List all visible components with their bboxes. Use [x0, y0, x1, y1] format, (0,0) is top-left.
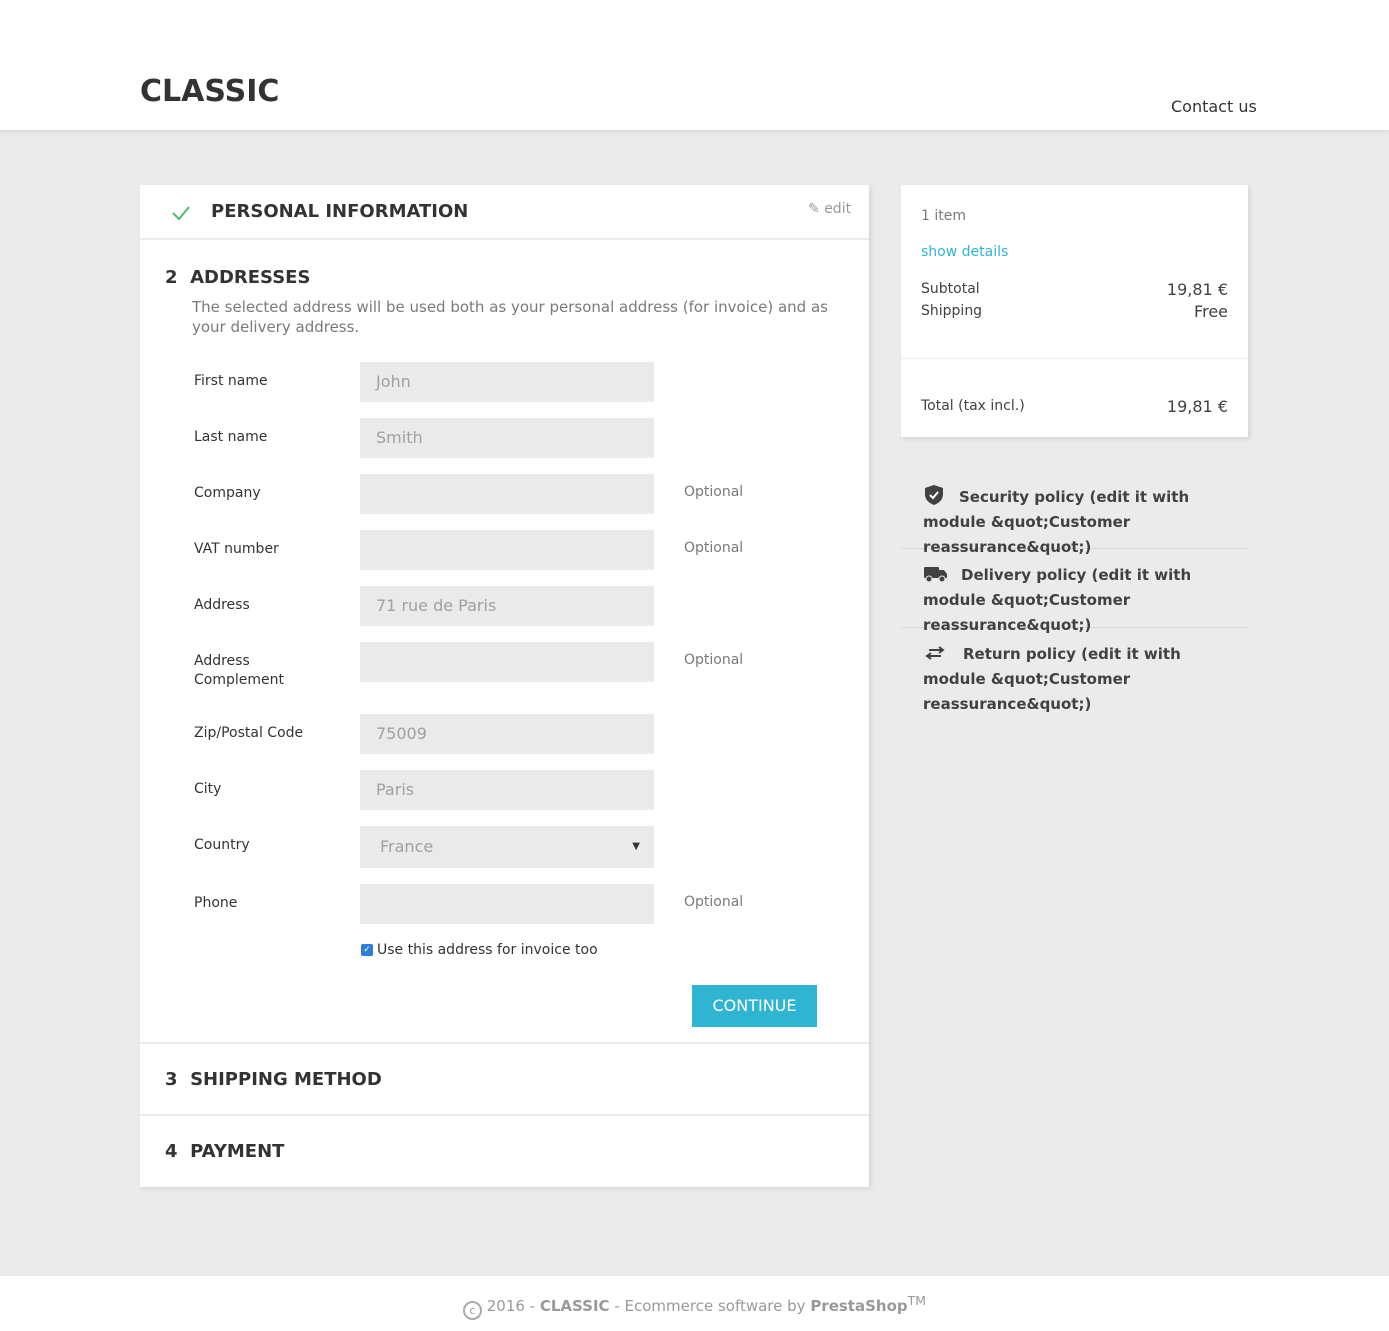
phone-input[interactable] — [360, 884, 654, 924]
divider — [140, 1042, 869, 1044]
optional-hint: Optional — [684, 484, 744, 500]
footer-brand: CLASSIC — [539, 1297, 610, 1315]
exchange-arrows-icon — [925, 646, 945, 660]
last-name-value: Smith — [376, 428, 423, 447]
show-details-link[interactable]: show details — [921, 244, 1008, 260]
reassurance-delivery: Delivery policy (edit it with module &qu… — [901, 549, 1249, 634]
invoice-checkbox[interactable]: ✓ — [361, 944, 373, 956]
optional-hint: Optional — [684, 540, 744, 556]
logo[interactable]: CLASSIC — [140, 74, 279, 109]
contact-us-link[interactable]: Contact us — [1171, 97, 1257, 116]
country-label: Country — [194, 837, 250, 853]
country-select[interactable]: France ▼ — [360, 826, 654, 868]
total-label: Total (tax incl.) — [921, 398, 1025, 414]
last-name-label: Last name — [194, 429, 268, 445]
footer-text: - Ecommerce software by — [609, 1297, 811, 1315]
cart-summary: 1 item show details Subtotal 19,81 € Shi… — [901, 185, 1248, 437]
address-complement-label: Address Complement — [194, 653, 284, 688]
caret-down-icon: ▼ — [632, 841, 640, 852]
step-title: ADDRESSES — [190, 267, 311, 288]
step-personal-information[interactable]: PERSONAL INFORMATION ✎ edit — [140, 185, 869, 240]
shipping-label: Shipping — [921, 303, 983, 319]
addresses-description: The selected address will be used both a… — [192, 298, 828, 336]
city-value: Paris — [376, 780, 415, 799]
step-addresses-title: 2 ADDRESSES — [165, 267, 310, 288]
invoice-checkbox-label: Use this address for invoice too — [377, 942, 598, 958]
zip-postal-code-label: Zip/Postal Code — [194, 725, 304, 741]
last-name-input[interactable]: Smith — [360, 418, 654, 458]
check-icon — [172, 206, 190, 221]
vat-number-label: VAT number — [194, 541, 279, 557]
copyright-icon: c — [462, 1301, 482, 1320]
address-value: 71 rue de Paris — [376, 596, 497, 615]
continue-button[interactable]: CONTINUE — [692, 985, 817, 1027]
site-header: CLASSIC Contact us — [0, 0, 1389, 130]
first-name-label: First name — [194, 373, 268, 389]
step-number: 2 — [165, 267, 178, 288]
zip-postal-code-input[interactable]: 75009 — [360, 714, 654, 754]
address-label: Address — [194, 597, 250, 613]
subtotal-value: 19,81 € — [1166, 280, 1228, 299]
zip-postal-code-value: 75009 — [376, 724, 427, 743]
pencil-icon: ✎ — [808, 201, 820, 217]
step-title: PAYMENT — [190, 1141, 285, 1162]
item-count: 1 item — [921, 208, 966, 224]
edit-label: edit — [824, 201, 852, 217]
address-complement-input[interactable] — [360, 642, 654, 682]
step-number: 3 — [165, 1069, 178, 1090]
step-number: 4 — [165, 1141, 178, 1162]
vat-number-input[interactable] — [360, 530, 654, 570]
company-input[interactable] — [360, 474, 654, 514]
address-input[interactable]: 71 rue de Paris — [360, 586, 654, 626]
phone-label: Phone — [194, 895, 238, 911]
first-name-input[interactable]: John — [360, 362, 654, 402]
shipping-value: Free — [1194, 302, 1228, 321]
step-payment[interactable]: 4 PAYMENT — [165, 1141, 284, 1162]
reassurance-return: Return policy (edit it with module &quot… — [901, 628, 1249, 717]
divider — [901, 358, 1248, 359]
trademark: TM — [907, 1293, 927, 1308]
reassurance-text: Delivery policy (edit it with module &qu… — [923, 566, 1192, 634]
reassurance-security: Security policy (edit it with module &qu… — [901, 484, 1249, 556]
optional-hint: Optional — [684, 652, 744, 668]
first-name-value: John — [376, 372, 411, 391]
reassurance-text: Security policy (edit it with module &qu… — [923, 488, 1190, 556]
reassurance-block: Security policy (edit it with module &qu… — [901, 484, 1249, 717]
city-label: City — [194, 781, 222, 797]
divider — [140, 1114, 869, 1116]
truck-icon — [924, 567, 947, 583]
step-title: PERSONAL INFORMATION — [211, 201, 469, 222]
prestashop-link[interactable]: PrestaShop — [810, 1297, 907, 1315]
step-shipping-method[interactable]: 3 SHIPPING METHOD — [165, 1069, 382, 1090]
total-value: 19,81 € — [1166, 397, 1228, 416]
optional-hint: Optional — [684, 894, 744, 910]
company-label: Company — [194, 485, 261, 501]
subtotal-label: Subtotal — [921, 281, 980, 297]
edit-link[interactable]: ✎ edit — [808, 201, 851, 217]
footer-year: 2016 - — [486, 1297, 540, 1315]
shield-check-icon — [925, 485, 943, 505]
footer-copyright: c 2016 - CLASSIC - Ecommerce software by… — [0, 1293, 1389, 1320]
step-title: SHIPPING METHOD — [190, 1069, 382, 1090]
invoice-checkbox-row[interactable]: ✓ Use this address for invoice too — [361, 942, 598, 958]
country-value: France — [380, 837, 434, 856]
reassurance-text: Return policy (edit it with module &quot… — [923, 645, 1181, 713]
site-footer: c 2016 - CLASSIC - Ecommerce software by… — [0, 1276, 1389, 1331]
city-input[interactable]: Paris — [360, 770, 654, 810]
